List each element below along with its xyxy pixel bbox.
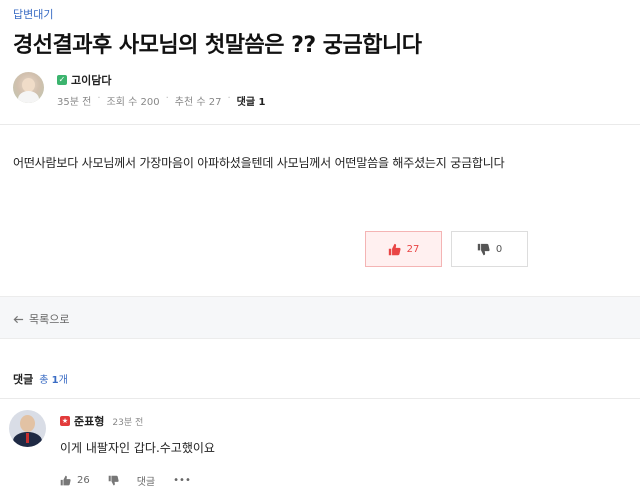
post-meta: 35분 전 · 조회 수 200 · 추천 수 27 · 댓글 1 xyxy=(57,93,266,108)
comment-text: 이게 내팔자인 갑다.수고했이요 xyxy=(60,441,215,455)
separator-dot: · xyxy=(165,93,169,104)
divider xyxy=(0,398,640,399)
back-to-list-link[interactable]: 목록으로 xyxy=(13,311,69,327)
recommend-count: 27 xyxy=(208,97,222,108)
reply-button[interactable]: 댓글 xyxy=(137,473,155,488)
post-time: 35분 전 xyxy=(57,97,92,108)
back-label: 목록으로 xyxy=(29,313,70,326)
recommend-label: 추천 수 xyxy=(174,97,206,108)
comment-author-info: ★ 준표형 23분 전 xyxy=(60,413,143,429)
comments-label: 댓글 xyxy=(236,97,256,108)
thumbs-up-icon[interactable] xyxy=(60,475,71,486)
comments-count: 1 xyxy=(258,97,266,108)
comments-title: 댓글 xyxy=(13,373,34,386)
list-nav-bar xyxy=(0,296,640,339)
comment-time: 23분 전 xyxy=(112,417,144,428)
separator-dot: · xyxy=(97,93,101,104)
comments-header: 댓글 총 1개 xyxy=(13,371,68,387)
thumbs-down-icon[interactable] xyxy=(108,475,119,486)
commenter-avatar[interactable] xyxy=(9,410,46,447)
post-category[interactable]: 답변대기 xyxy=(13,6,53,22)
downvote-count: 0 xyxy=(495,243,503,255)
comments-total: 총 1개 xyxy=(39,375,68,386)
upvote-count: 27 xyxy=(406,243,420,255)
green-badge-icon: ✓ xyxy=(57,75,67,85)
downvote-button[interactable]: 0 xyxy=(451,231,528,267)
post-title: 경선결과후 사모님의 첫말씀은 ?? 궁금합니다 xyxy=(13,33,422,58)
red-badge-icon: ★ xyxy=(60,416,70,426)
author-info: ✓ 고이담다 xyxy=(57,72,111,88)
comment-actions: 26 댓글 ••• xyxy=(60,473,191,488)
author-avatar[interactable] xyxy=(13,72,44,103)
comment-author[interactable]: 준표형 xyxy=(74,413,104,429)
comment-like-count: 26 xyxy=(77,475,90,486)
divider xyxy=(0,124,640,125)
more-options-button[interactable]: ••• xyxy=(173,475,191,486)
author-name[interactable]: 고이담다 xyxy=(71,72,111,88)
thumbs-down-icon xyxy=(477,243,490,256)
views-count: 200 xyxy=(140,97,160,108)
views-label: 조회 수 xyxy=(106,97,138,108)
post-body: 어떤사람보다 사모님께서 가장마음이 아파하셨을텐데 사모님께서 어떤말씀을 해… xyxy=(13,156,505,170)
arrow-left-icon xyxy=(13,314,24,325)
separator-dot: · xyxy=(227,93,231,104)
thumbs-up-icon xyxy=(388,243,401,256)
upvote-button[interactable]: 27 xyxy=(365,231,442,267)
